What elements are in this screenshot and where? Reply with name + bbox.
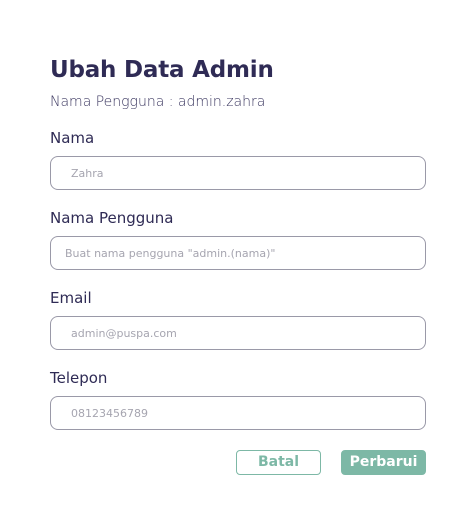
update-button[interactable]: Perbarui <box>341 450 426 475</box>
telepon-input[interactable] <box>50 396 426 430</box>
email-field-group: Email <box>50 288 426 350</box>
nama-pengguna-label: Nama Pengguna <box>50 209 174 227</box>
edit-admin-form: Ubah Data Admin Nama Pengguna : admin.za… <box>50 54 426 430</box>
telepon-field-group: Telepon <box>50 368 426 430</box>
nama-label: Nama <box>50 129 95 147</box>
email-input[interactable] <box>50 316 426 350</box>
cancel-button[interactable]: Batal <box>236 450 321 475</box>
telepon-label: Telepon <box>50 369 108 387</box>
nama-input[interactable] <box>50 156 426 190</box>
nama-pengguna-input[interactable] <box>50 236 426 270</box>
email-label: Email <box>50 289 92 307</box>
nama-pengguna-field-group: Nama Pengguna <box>50 208 426 270</box>
page-title: Ubah Data Admin <box>50 57 274 83</box>
form-actions: Batal Perbarui <box>236 450 426 476</box>
username-subtitle: Nama Pengguna : admin.zahra <box>50 94 266 110</box>
nama-field-group: Nama <box>50 128 426 190</box>
